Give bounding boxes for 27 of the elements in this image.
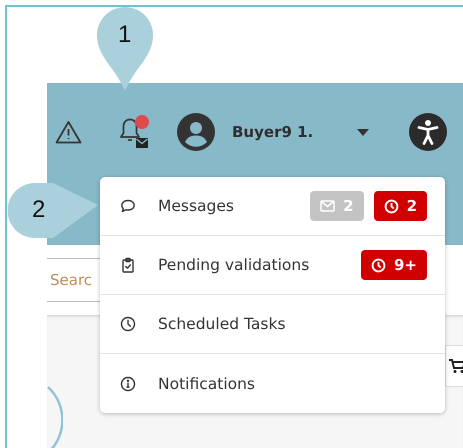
menu-item-label: Scheduled Tasks [158, 315, 287, 333]
clock-icon [384, 198, 399, 214]
circle-outline [47, 385, 63, 448]
menu-item[interactable]: Pending validations 9+ [100, 236, 445, 295]
menu-item[interactable]: Notifications [100, 354, 445, 413]
menu-item-label: Pending validations [158, 256, 310, 274]
warning-icon[interactable] [55, 120, 82, 144]
user-name[interactable]: Buyer9 1. [232, 123, 314, 141]
info-icon [120, 376, 136, 392]
accessibility-icon[interactable] [409, 113, 448, 151]
cart-icon [449, 358, 463, 374]
caret-icon[interactable] [357, 128, 370, 136]
clock-icon [120, 316, 136, 332]
count-badge: 9+ [360, 250, 427, 280]
count-badge: 2 [374, 191, 427, 221]
speech-bubble-icon [120, 198, 136, 214]
user-avatar-icon[interactable] [177, 113, 215, 151]
callout-number: 2 [32, 196, 46, 224]
callout-number: 1 [118, 21, 132, 49]
menu-item[interactable]: Scheduled Tasks [100, 295, 445, 354]
menu-item-label: Notifications [158, 374, 256, 392]
menu-item-label: Messages [158, 197, 236, 215]
count-badge: 2 [310, 191, 364, 221]
menu-item[interactable]: Messages 2 2 [100, 177, 445, 236]
clipboard-check-icon [120, 257, 136, 273]
clock-icon [370, 258, 386, 272]
envelope-icon [320, 200, 336, 212]
